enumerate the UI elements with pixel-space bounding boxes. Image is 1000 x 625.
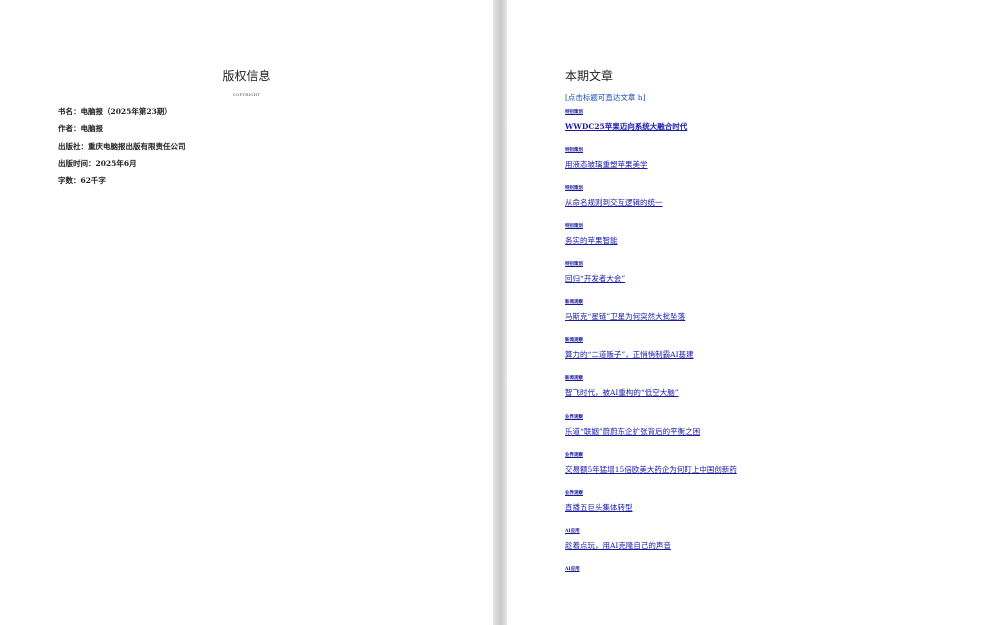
toc-item[interactable]: AI应用 趁着点玩，用AI克隆自己的声音 bbox=[565, 528, 671, 551]
toc-item-title[interactable]: 从命名规则到交互逻辑的统一 bbox=[565, 197, 663, 208]
copyright-subtitle: COPYRIGHT bbox=[232, 92, 261, 97]
toc-item-tag[interactable]: AI应用 bbox=[565, 566, 580, 572]
meta-publisher: 出版社：重庆电脑报出版有限责任公司 bbox=[58, 142, 186, 151]
toc-item[interactable]: AI应用 bbox=[565, 566, 580, 572]
meta-book-name: 书名：电脑报（2025年第23期） bbox=[58, 107, 172, 116]
toc-item-tag[interactable]: 业界观察 bbox=[565, 490, 633, 496]
toc-item-title[interactable]: 趁着点玩，用AI克隆自己的声音 bbox=[565, 540, 671, 551]
toc-item-title[interactable]: 交易额5年猛增15倍欧美大药企为何盯上中国创新药 bbox=[565, 464, 737, 475]
toc-item-title[interactable]: 回归“开发者大会” bbox=[565, 273, 625, 284]
book-spine bbox=[493, 0, 507, 625]
toc-item-tag[interactable]: 特别策划 bbox=[565, 223, 618, 229]
toc-item-title[interactable]: WWDC25苹果迈向系统大融合时代 bbox=[565, 121, 687, 132]
toc-item-title[interactable]: 务实的苹果智能 bbox=[565, 235, 618, 246]
toc-item-tag[interactable]: 业界观察 bbox=[565, 452, 737, 458]
toc-item[interactable]: 特别策划 从命名规则到交互逻辑的统一 bbox=[565, 185, 663, 208]
toc-item[interactable]: 业界观察 乐道“联姻”蔚蔚东企扩张背后的平衡之困 bbox=[565, 414, 700, 437]
copyright-title: 版权信息 bbox=[222, 69, 271, 83]
toc-item[interactable]: 特别策划 用液态玻璃重塑苹果美学 bbox=[565, 147, 648, 170]
toc-title: 本期文章 bbox=[565, 69, 614, 83]
toc-item-title[interactable]: 算力的“二道贩子”，正悄悄制霸AI基建 bbox=[565, 349, 694, 360]
toc-item-tag[interactable]: 新闻观察 bbox=[565, 299, 685, 305]
toc-item[interactable]: 特别策划 WWDC25苹果迈向系统大融合时代 bbox=[565, 109, 687, 132]
toc-item-tag[interactable]: 新闻观察 bbox=[565, 337, 694, 343]
meta-word-count: 字数：62千字 bbox=[58, 176, 106, 185]
toc-item[interactable]: 特别策划 回归“开发者大会” bbox=[565, 261, 625, 284]
toc-item-title[interactable]: 用液态玻璃重塑苹果美学 bbox=[565, 159, 648, 170]
toc-item-tag[interactable]: AI应用 bbox=[565, 528, 671, 534]
toc-item-tag[interactable]: 特别策划 bbox=[565, 147, 648, 153]
toc-item-tag[interactable]: 业界观察 bbox=[565, 414, 700, 420]
toc-item-title[interactable]: 直播五巨头集体转型 bbox=[565, 502, 633, 513]
toc-item-tag[interactable]: 特别策划 bbox=[565, 185, 663, 191]
meta-publish-date: 出版时间：2025年6月 bbox=[58, 159, 137, 168]
toc-item[interactable]: 特别策划 务实的苹果智能 bbox=[565, 223, 618, 246]
toc-item[interactable]: 新闻观察 智飞时代，被AI重构的“低空大脑” bbox=[565, 375, 679, 398]
toc-item-tag[interactable]: 新闻观察 bbox=[565, 375, 679, 381]
meta-author: 作者：电脑报 bbox=[58, 124, 103, 133]
toc-item[interactable]: 新闻观察 马斯克“星链”卫星为何突然大批坠落 bbox=[565, 299, 685, 322]
toc-item[interactable]: 业界观察 交易额5年猛增15倍欧美大药企为何盯上中国创新药 bbox=[565, 452, 737, 475]
toc-hint: [点击标题可直达文章 h] bbox=[565, 93, 646, 102]
toc-item-tag[interactable]: 特别策划 bbox=[565, 109, 687, 115]
toc-item-title[interactable]: 智飞时代，被AI重构的“低空大脑” bbox=[565, 387, 679, 398]
toc-item-title[interactable]: 乐道“联姻”蔚蔚东企扩张背后的平衡之困 bbox=[565, 426, 700, 437]
toc-item-tag[interactable]: 特别策划 bbox=[565, 261, 625, 267]
toc-item[interactable]: 新闻观察 算力的“二道贩子”，正悄悄制霸AI基建 bbox=[565, 337, 694, 360]
toc-item-title[interactable]: 马斯克“星链”卫星为何突然大批坠落 bbox=[565, 311, 685, 322]
toc-item[interactable]: 业界观察 直播五巨头集体转型 bbox=[565, 490, 633, 513]
